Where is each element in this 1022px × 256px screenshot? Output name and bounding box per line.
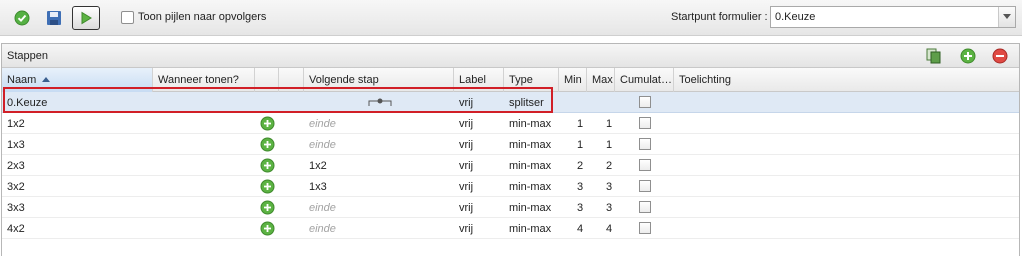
- remove-icon[interactable]: [991, 47, 1009, 65]
- cell-type: min-max: [509, 118, 552, 130]
- show-arrows-checkbox[interactable]: [121, 11, 134, 24]
- cell-min: 1: [577, 118, 584, 130]
- cell-label: vrij: [459, 160, 474, 172]
- steps-panel: Stappen Naam Wanneer tonen? Volgende sta…: [1, 43, 1020, 256]
- sort-asc-icon: [42, 77, 51, 82]
- cell-max: 2: [606, 160, 613, 172]
- table-row[interactable]: 3x2 1x3 vrij min-max 3 3: [2, 176, 1019, 197]
- cell-max: 4: [606, 223, 613, 235]
- cell-naam: 2x3: [7, 160, 25, 172]
- table-row[interactable]: 4x2 einde vrij min-max 4 4: [2, 218, 1019, 239]
- cell-type: min-max: [509, 202, 552, 214]
- startpoint-label: Startpunt formulier :: [671, 11, 768, 23]
- cell-naam: 3x2: [7, 181, 25, 193]
- cumulatief-checkbox[interactable]: [639, 180, 651, 192]
- cell-label: vrij: [459, 223, 474, 235]
- col-min[interactable]: Min: [559, 68, 587, 92]
- cell-min: 1: [577, 139, 584, 151]
- show-arrows-label: Toon pijlen naar opvolgers: [138, 11, 267, 23]
- chevron-down-icon[interactable]: [998, 7, 1015, 27]
- add-condition-icon[interactable]: [260, 200, 275, 215]
- cell-volgende: einde: [309, 118, 336, 130]
- cell-naam: 1x3: [7, 139, 25, 151]
- selected-row-highlight: [3, 87, 553, 113]
- cell-volgende: 1x3: [309, 181, 327, 193]
- cell-max: 1: [606, 139, 613, 151]
- cell-min: 3: [577, 181, 584, 193]
- add-icon[interactable]: [959, 47, 977, 65]
- cell-label: vrij: [459, 202, 474, 214]
- col-max[interactable]: Max: [587, 68, 615, 92]
- play-icon[interactable]: [72, 6, 100, 30]
- cell-type: min-max: [509, 160, 552, 172]
- cell-type: min-max: [509, 223, 552, 235]
- toolbar: Toon pijlen naar opvolgers Startpunt for…: [0, 0, 1022, 36]
- table-row[interactable]: 1x3 einde vrij min-max 1 1: [2, 134, 1019, 155]
- add-condition-icon[interactable]: [260, 179, 275, 194]
- add-condition-icon[interactable]: [260, 221, 275, 236]
- save-icon[interactable]: [41, 6, 67, 30]
- cumulatief-checkbox[interactable]: [639, 201, 651, 213]
- cell-naam: 4x2: [7, 223, 25, 235]
- cumulatief-checkbox[interactable]: [639, 222, 651, 234]
- cell-naam: 1x2: [7, 118, 25, 130]
- cell-max: 3: [606, 181, 613, 193]
- cell-label: vrij: [459, 181, 474, 193]
- cell-volgende: 1x2: [309, 160, 327, 172]
- cell-min: 2: [577, 160, 584, 172]
- cell-min: 3: [577, 202, 584, 214]
- col-toelichting[interactable]: Toelichting: [674, 68, 1019, 92]
- cell-type: min-max: [509, 181, 552, 193]
- cell-naam: 3x3: [7, 202, 25, 214]
- cell-label: vrij: [459, 139, 474, 151]
- table-row[interactable]: 2x3 1x2 vrij min-max 2 2: [2, 155, 1019, 176]
- cell-volgende: einde: [309, 202, 336, 214]
- col-cumulat[interactable]: Cumulat…: [615, 68, 674, 92]
- copy-icon[interactable]: [925, 47, 943, 65]
- cell-label: vrij: [459, 118, 474, 130]
- cumulatief-checkbox[interactable]: [639, 96, 651, 108]
- cell-max: 3: [606, 202, 613, 214]
- cumulatief-checkbox[interactable]: [639, 159, 651, 171]
- cumulatief-checkbox[interactable]: [639, 117, 651, 129]
- startpoint-select[interactable]: 0.Keuze: [770, 6, 1016, 28]
- panel-header: Stappen: [2, 44, 1019, 68]
- cell-volgende: einde: [309, 139, 336, 151]
- startpoint-value: 0.Keuze: [775, 11, 816, 23]
- cell-min: 4: [577, 223, 584, 235]
- add-condition-icon[interactable]: [260, 158, 275, 173]
- add-condition-icon[interactable]: [260, 137, 275, 152]
- panel-title: Stappen: [7, 50, 48, 62]
- table-row[interactable]: 1x2 einde vrij min-max 1 1: [2, 113, 1019, 134]
- cell-type: min-max: [509, 139, 552, 151]
- col-naam-label: Naam: [7, 74, 37, 86]
- cell-max: 1: [606, 118, 613, 130]
- table-row[interactable]: 3x3 einde vrij min-max 3 3: [2, 197, 1019, 218]
- cumulatief-checkbox[interactable]: [639, 138, 651, 150]
- add-condition-icon[interactable]: [260, 116, 275, 131]
- cell-volgende: einde: [309, 223, 336, 235]
- check-circle-icon[interactable]: [9, 6, 35, 30]
